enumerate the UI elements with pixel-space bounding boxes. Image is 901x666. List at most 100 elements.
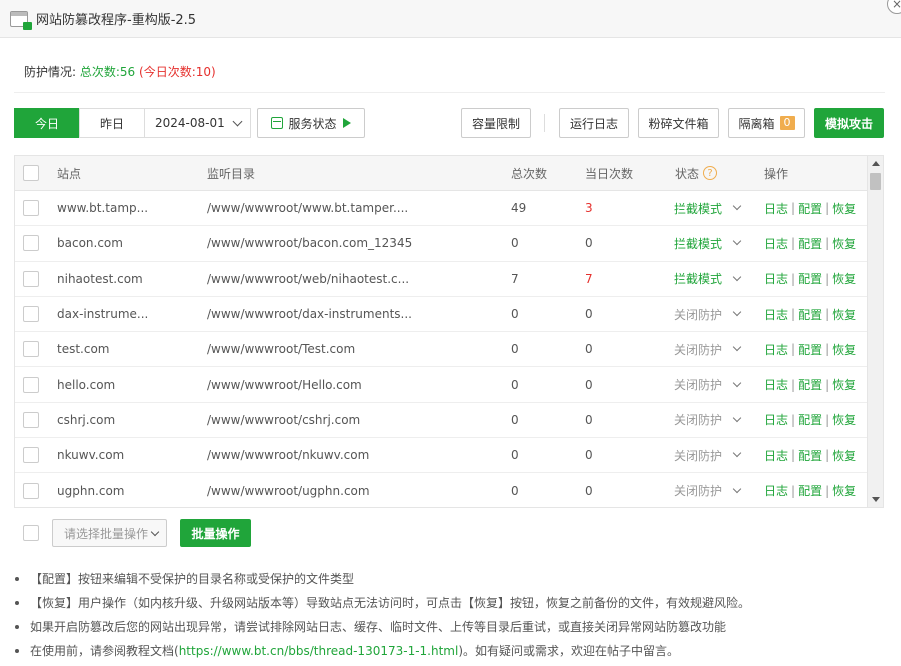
status-dropdown[interactable]: 关闭防护 xyxy=(674,297,742,331)
date-picker[interactable]: 2024-08-01 xyxy=(144,108,251,138)
row-ops: 日志 | 配置 | 恢复 xyxy=(764,262,856,296)
today-count: 7 xyxy=(585,271,593,286)
restore-link[interactable]: 恢复 xyxy=(832,482,856,499)
row-checkbox[interactable] xyxy=(23,482,39,499)
ops-separator: | xyxy=(825,342,830,357)
log-link[interactable]: 日志 xyxy=(764,341,788,358)
status-dropdown[interactable]: 关闭防护 xyxy=(674,438,742,472)
status-dropdown[interactable]: 拦截模式 xyxy=(674,226,742,260)
site-name: hello.com xyxy=(57,377,116,392)
log-link[interactable]: 日志 xyxy=(764,482,788,499)
scroll-up-icon[interactable] xyxy=(872,161,880,166)
row-checkbox-cell xyxy=(23,403,39,437)
row-ops: 日志 | 配置 | 恢复 xyxy=(764,332,856,366)
ops-separator: | xyxy=(825,412,830,427)
window-lock-icon xyxy=(10,10,32,30)
note-exceptions: 如果开启防篡改后您的网站出现异常，请尝试排除网站日志、缓存、临时文件、上传等目录… xyxy=(14,617,894,641)
status-dropdown[interactable]: 拦截模式 xyxy=(674,262,742,296)
site-name: cshrj.com xyxy=(57,412,116,427)
total-count: 0 xyxy=(511,307,519,322)
tab-today[interactable]: 今日 xyxy=(14,108,80,138)
restore-link[interactable]: 恢复 xyxy=(832,270,856,287)
restore-link[interactable]: 恢复 xyxy=(832,411,856,428)
row-checkbox[interactable] xyxy=(23,235,39,252)
summary-total: 总次数:56 xyxy=(79,65,136,79)
log-link[interactable]: 日志 xyxy=(764,235,788,252)
chevron-down-icon xyxy=(732,448,742,458)
row-checkbox[interactable] xyxy=(23,341,39,358)
log-link[interactable]: 日志 xyxy=(764,447,788,464)
restore-link[interactable]: 恢复 xyxy=(832,200,856,217)
batch-operation-button[interactable]: 批量操作 xyxy=(180,519,251,547)
total-count: 49 xyxy=(511,201,527,216)
log-link[interactable]: 日志 xyxy=(764,306,788,323)
tutorial-link[interactable]: https://www.bt.cn/bbs/thread-130173-1-1.… xyxy=(179,644,459,658)
table-row: www.bt.tamp... /www/wwwroot/www.bt.tamper… xyxy=(15,191,868,227)
window-title: 网站防篡改程序-重构版-2.5 xyxy=(36,13,197,28)
status-dropdown[interactable]: 拦截模式 xyxy=(674,191,742,225)
config-link[interactable]: 配置 xyxy=(798,482,822,499)
config-link[interactable]: 配置 xyxy=(798,411,822,428)
capacity-limit-button[interactable]: 容量限制 xyxy=(461,108,531,138)
row-checkbox-cell xyxy=(23,262,39,296)
status-dropdown[interactable]: 关闭防护 xyxy=(674,332,742,366)
header-status-label: 状态 xyxy=(675,166,700,181)
header-dir: 监听目录 xyxy=(207,166,256,181)
run-log-button[interactable]: 运行日志 xyxy=(559,108,629,138)
tab-yesterday[interactable]: 昨日 xyxy=(79,108,145,138)
config-link[interactable]: 配置 xyxy=(798,306,822,323)
config-link[interactable]: 配置 xyxy=(798,270,822,287)
row-checkbox-cell xyxy=(23,438,39,472)
scroll-down-icon[interactable] xyxy=(872,497,880,502)
row-checkbox[interactable] xyxy=(23,200,39,217)
note-tutorial-suffix: )。如有疑问或需求，欢迎在帖子中留言。 xyxy=(458,644,680,658)
batch-operation-select[interactable]: 请选择批量操作 xyxy=(52,519,167,547)
restore-link[interactable]: 恢复 xyxy=(832,376,856,393)
batch-select-checkbox[interactable] xyxy=(23,525,39,541)
config-link[interactable]: 配置 xyxy=(798,447,822,464)
config-link[interactable]: 配置 xyxy=(798,341,822,358)
row-checkbox[interactable] xyxy=(23,411,39,428)
service-status-button[interactable]: 服务状态 xyxy=(257,108,365,138)
ops-separator: | xyxy=(825,307,830,322)
row-checkbox-cell xyxy=(23,473,39,507)
chevron-down-icon xyxy=(150,527,160,537)
shred-box-button[interactable]: 粉碎文件箱 xyxy=(638,108,719,138)
config-link[interactable]: 配置 xyxy=(798,376,822,393)
row-ops: 日志 | 配置 | 恢复 xyxy=(764,438,856,472)
restore-link[interactable]: 恢复 xyxy=(832,306,856,323)
status-dropdown[interactable]: 关闭防护 xyxy=(674,367,742,401)
help-icon[interactable]: ? xyxy=(703,166,718,180)
log-link[interactable]: 日志 xyxy=(764,411,788,428)
monitor-dir: /www/wwwroot/dax-instruments... xyxy=(207,307,412,322)
log-link[interactable]: 日志 xyxy=(764,376,788,393)
row-checkbox[interactable] xyxy=(23,447,39,464)
row-ops: 日志 | 配置 | 恢复 xyxy=(764,473,856,507)
table-row: bacon.com/www/wwwroot/bacon.com_12345 0 0 拦… xyxy=(15,226,868,262)
row-checkbox[interactable] xyxy=(23,306,39,323)
quarantine-button[interactable]: 隔离箱 0 xyxy=(728,108,805,138)
monitor-dir: /www/wwwroot/bacon.com_12345 xyxy=(207,236,413,251)
row-checkbox[interactable] xyxy=(23,270,39,287)
config-link[interactable]: 配置 xyxy=(798,200,822,217)
table-row: cshrj.com/www/wwwroot/cshrj.com 0 0 关闭防护 日志 |… xyxy=(15,403,868,439)
table-scrollbar[interactable] xyxy=(867,156,883,507)
restore-link[interactable]: 恢复 xyxy=(832,447,856,464)
simulate-attack-button[interactable]: 模拟攻击 xyxy=(814,108,884,138)
today-count: 3 xyxy=(585,201,593,216)
sites-table: 站点 监听目录 总次数 当日次数 状态 ? 操作 www.bt.tamp... /… xyxy=(14,155,884,508)
select-all-checkbox[interactable] xyxy=(23,165,39,181)
row-checkbox[interactable] xyxy=(23,376,39,393)
scroll-thumb[interactable] xyxy=(870,173,881,190)
status-dropdown[interactable]: 关闭防护 xyxy=(674,473,742,507)
status-dropdown[interactable]: 关闭防护 xyxy=(674,403,742,437)
restore-link[interactable]: 恢复 xyxy=(832,341,856,358)
restore-link[interactable]: 恢复 xyxy=(832,235,856,252)
today-count: 0 xyxy=(585,448,593,463)
chevron-down-icon xyxy=(732,413,742,423)
log-link[interactable]: 日志 xyxy=(764,270,788,287)
status-value: 关闭防护 xyxy=(674,307,723,322)
config-link[interactable]: 配置 xyxy=(798,235,822,252)
log-link[interactable]: 日志 xyxy=(764,200,788,217)
status-value: 关闭防护 xyxy=(674,484,723,499)
